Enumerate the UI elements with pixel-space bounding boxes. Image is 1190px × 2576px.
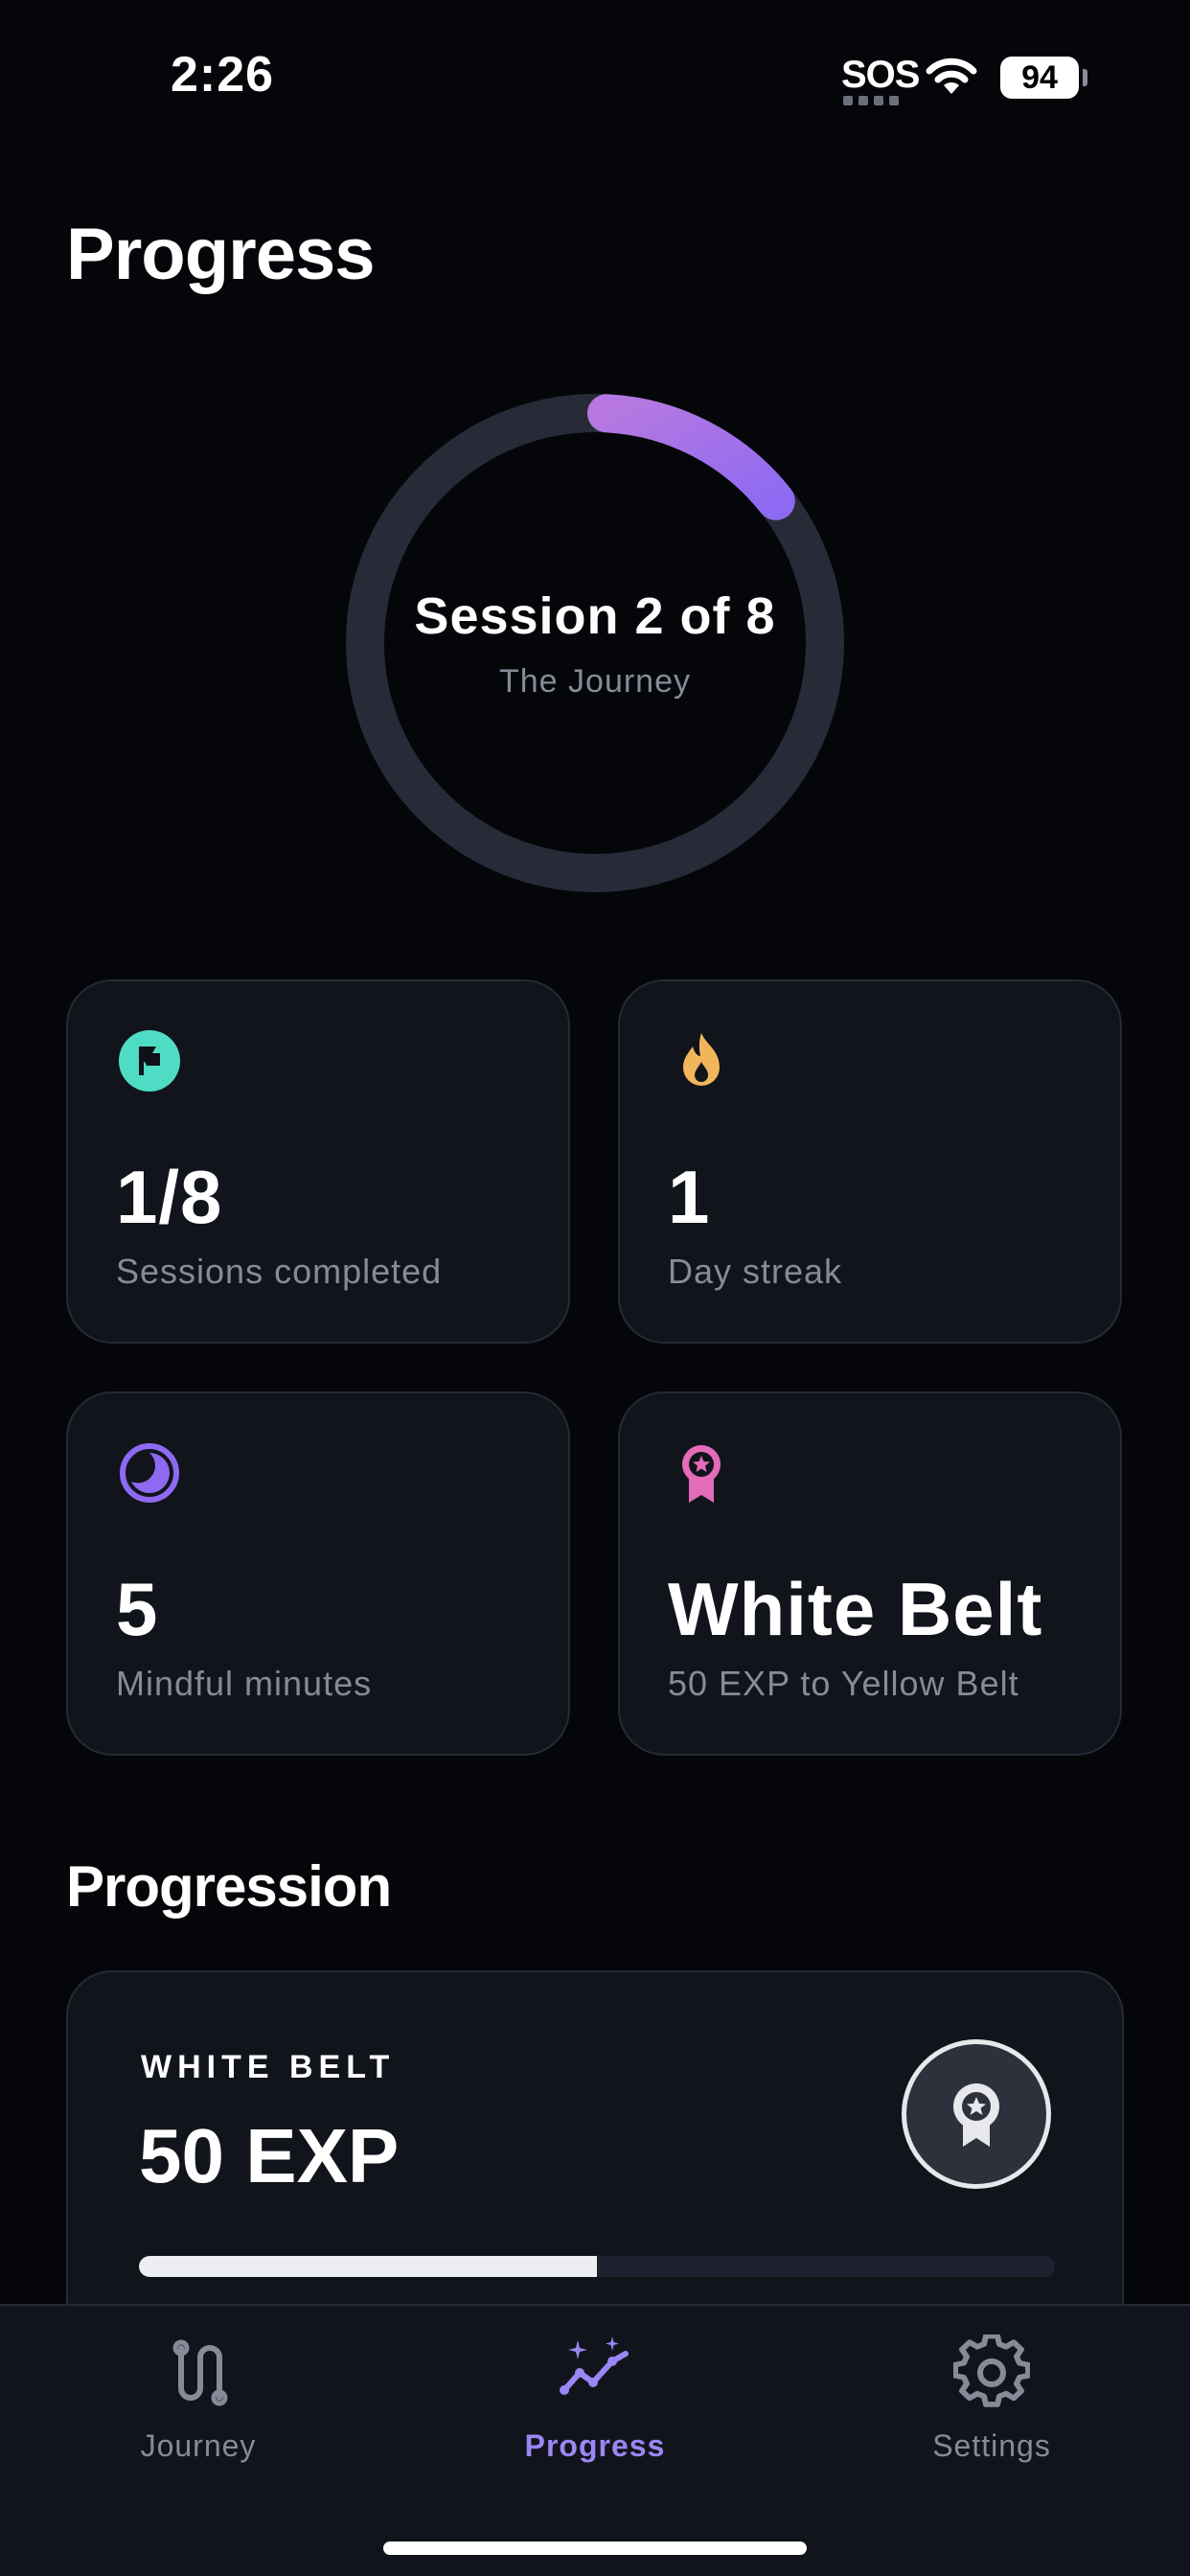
- gear-icon: [953, 2334, 1030, 2407]
- stat-label: Sessions completed: [116, 1252, 443, 1291]
- tab-bar: Journey Progress Settings: [0, 2304, 1190, 2576]
- stat-value: 1/8: [116, 1155, 223, 1239]
- exp-progress-fill: [139, 2256, 597, 2277]
- sessions-completed-card[interactable]: 1/8 Sessions completed: [66, 979, 570, 1344]
- signal-dots-icon: [843, 96, 904, 105]
- award-ribbon-icon: [682, 1445, 721, 1503]
- moon-clock-icon: [120, 1443, 179, 1503]
- path-route-icon: [172, 2339, 228, 2406]
- tab-settings[interactable]: Settings: [848, 2334, 1135, 2464]
- exp-value: 50 EXP: [139, 2113, 400, 2198]
- exp-progress-bar: [139, 2256, 1055, 2277]
- journey-label: The Journey: [499, 663, 691, 700]
- stat-label: Mindful minutes: [116, 1664, 373, 1703]
- day-streak-card[interactable]: 1 Day streak: [618, 979, 1122, 1344]
- belt-label: WHITE BELT: [141, 2049, 396, 2085]
- section-title-progression: Progression: [66, 1854, 392, 1919]
- belt-rank-card[interactable]: White Belt 50 EXP to Yellow Belt: [618, 1392, 1122, 1756]
- stat-value: 1: [668, 1155, 711, 1239]
- battery-tip: [1083, 69, 1087, 86]
- mindful-minutes-card[interactable]: 5 Mindful minutes: [66, 1392, 570, 1756]
- battery-icon: 94: [1000, 57, 1079, 99]
- stat-label: Day streak: [668, 1252, 843, 1291]
- tab-label: Progress: [524, 2428, 666, 2463]
- page-title: Progress: [66, 214, 375, 295]
- wifi-icon: [926, 58, 977, 94]
- tab-label: Settings: [932, 2428, 1051, 2463]
- sos-indicator: SOS: [841, 54, 920, 96]
- tab-progress[interactable]: Progress: [451, 2334, 739, 2464]
- home-indicator: [383, 2542, 807, 2555]
- chart-sparkle-icon: [560, 2336, 629, 2395]
- stat-value: White Belt: [668, 1567, 1043, 1651]
- ring-progress-arc: [586, 394, 795, 520]
- tab-journey[interactable]: Journey: [55, 2334, 342, 2464]
- stat-label: 50 EXP to Yellow Belt: [668, 1664, 1019, 1703]
- belt-badge: [902, 2039, 1051, 2189]
- stat-value: 5: [116, 1567, 159, 1651]
- status-bar: 2:26 SOS 94: [0, 0, 1190, 144]
- tab-label: Journey: [140, 2428, 257, 2463]
- status-time: 2:26: [171, 47, 275, 103]
- session-label: Session 2 of 8: [414, 587, 776, 645]
- award-badge-icon: [953, 2083, 999, 2147]
- flag-icon: [119, 1030, 180, 1092]
- flame-icon: [683, 1033, 720, 1086]
